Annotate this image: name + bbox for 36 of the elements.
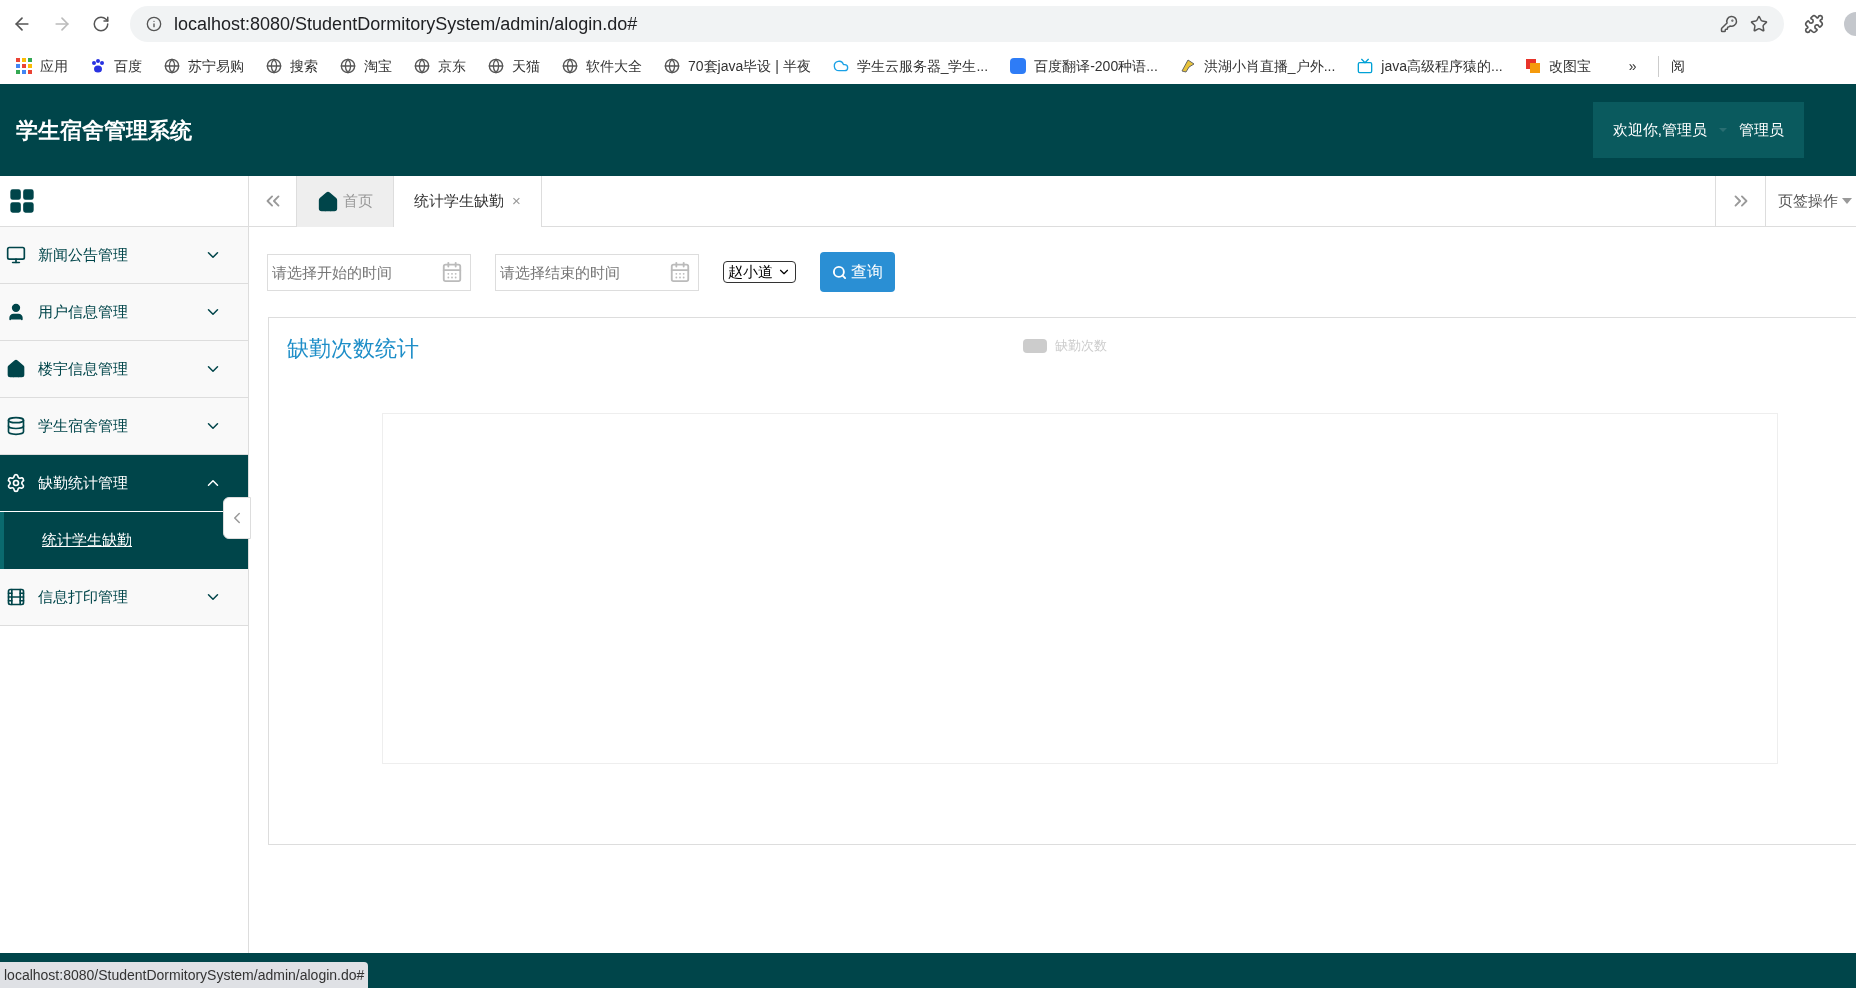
bookmark-link[interactable]: 百度: [90, 55, 142, 77]
tab-actions-dropdown[interactable]: 页签操作: [1765, 176, 1856, 226]
bookmark-link[interactable]: 应用: [16, 55, 68, 77]
end-date-field[interactable]: 请选择结束的时间: [495, 253, 699, 291]
bookmark-link[interactable]: 苏宁易购: [164, 55, 244, 77]
welcome-text: 欢迎你,管理员: [1612, 119, 1707, 140]
query-button[interactable]: 查询: [820, 252, 895, 292]
sidebar-menu-item[interactable]: 学生宿舍管理: [0, 398, 248, 455]
user-name: 管理员: [1739, 119, 1784, 140]
bookmark-link[interactable]: java高级程序猿的...: [1357, 55, 1503, 77]
status-tooltip: localhost:8080/StudentDormitorySystem/admin/alogin.do#: [0, 962, 369, 988]
sidebar-menu-item[interactable]: 新闻公告管理: [0, 227, 248, 284]
bookmark-link[interactable]: 百度翻译-200种语...: [1010, 55, 1158, 77]
bookmark-link[interactable]: 京东: [414, 55, 466, 77]
bookmark-link[interactable]: 改图宝: [1524, 55, 1591, 77]
sidebar-menu-item[interactable]: 缺勤统计管理: [0, 455, 248, 512]
bookmark-link[interactable]: 学生云服务器_学生...: [832, 55, 989, 77]
student-select[interactable]: 赵小道: [723, 261, 796, 283]
bookmark-link[interactable]: 搜索: [266, 55, 318, 77]
chart-title: 缺勤次数统计: [287, 335, 419, 363]
url-text: localhost:8080/StudentDormitorySystem/admin/alogin.do#: [174, 12, 639, 36]
page-tab[interactable]: 统计学生缺勤 ×: [394, 176, 542, 227]
bookmark-link[interactable]: 天猫: [488, 55, 540, 77]
bookmark-link[interactable]: 软件大全: [562, 55, 642, 77]
bookmarks-overflow[interactable]: »: [1628, 55, 1637, 77]
app-title: 学生宿舍管理系统: [16, 116, 192, 145]
bookmark-link[interactable]: 70套java毕设 | 半夜: [664, 55, 811, 77]
bookmark-link[interactable]: 洪湖小肖直播_户外...: [1179, 55, 1336, 77]
sidebar-menu-item[interactable]: 用户信息管理: [0, 284, 248, 341]
sidebar-menu-item[interactable]: 信息打印管理: [0, 569, 248, 626]
user-menu[interactable]: 欢迎你,管理员 管理员: [1592, 102, 1804, 158]
reading-list[interactable]: 阅: [1658, 55, 1686, 77]
sidebar-menu-item[interactable]: 楼宇信息管理: [0, 341, 248, 398]
address-bar[interactable]: localhost:8080/StudentDormitorySystem/admin/alogin.do#: [130, 6, 1784, 42]
bookmark-link[interactable]: 淘宝: [340, 55, 392, 77]
start-date-field[interactable]: 请选择开始的时间: [267, 253, 471, 291]
